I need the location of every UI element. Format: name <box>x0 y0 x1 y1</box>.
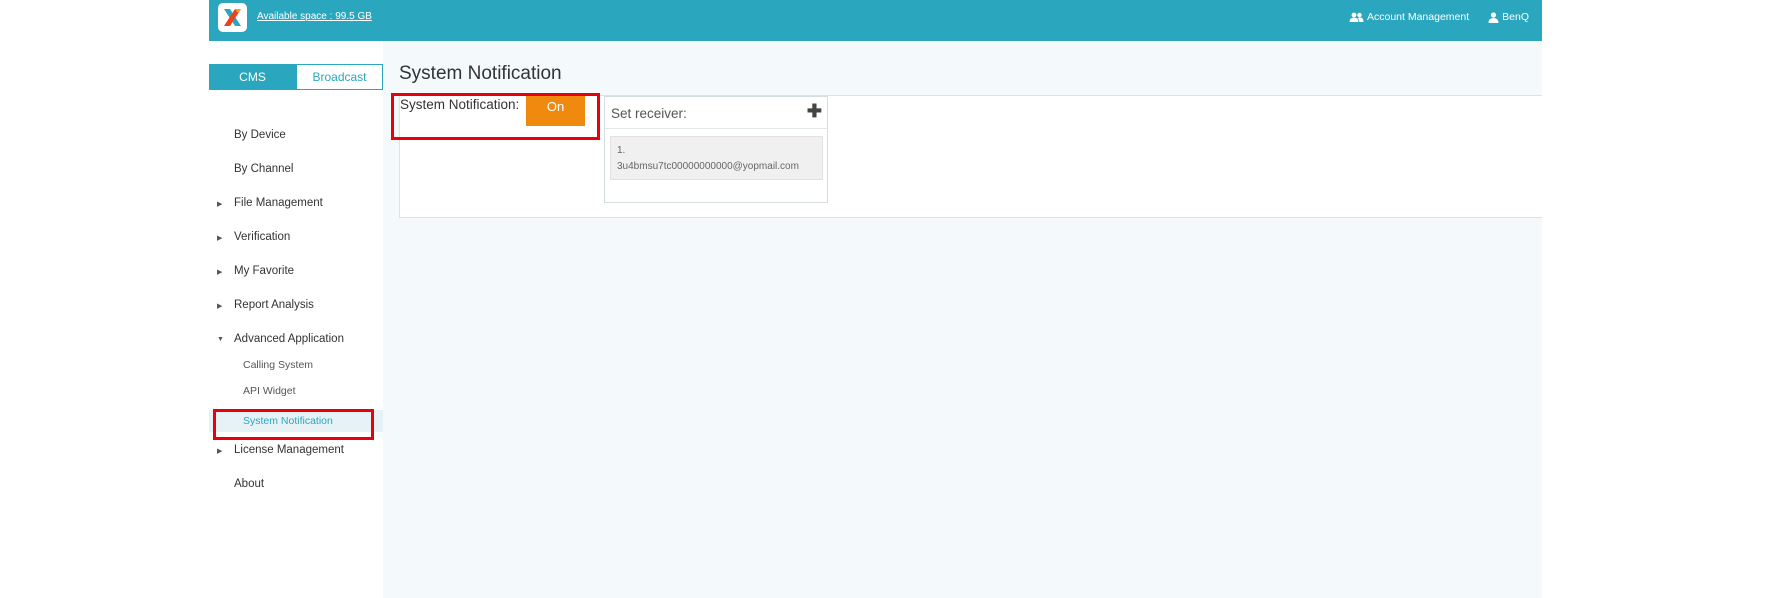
caret-right-icon: ▶ <box>217 201 223 208</box>
caret-down-icon: ▼ <box>217 336 224 343</box>
sidebar-item-label: Report Analysis <box>234 299 314 311</box>
sidebar-item-label: File Management <box>234 197 323 209</box>
sidebar-item-label: By Device <box>234 129 286 141</box>
sidebar-item-label: License Management <box>234 444 344 456</box>
user-icon <box>1488 11 1499 23</box>
sidebar-subitem-label: System Notification <box>243 415 333 427</box>
sidebar-item-label: My Favorite <box>234 265 295 277</box>
notification-label: System Notification: <box>400 97 520 112</box>
sidebar-subitem-label: API Widget <box>243 385 296 397</box>
account-management-link[interactable]: Account Management <box>1349 11 1469 23</box>
app-logo[interactable] <box>218 3 247 32</box>
sidebar-item-label: By Channel <box>234 163 294 175</box>
sidebar-subitem-system-notification[interactable]: System Notification <box>209 410 383 432</box>
receiver-entry[interactable]: 1. 3u4bmsu7tc00000000000@yopmail.com <box>610 136 823 180</box>
notification-toggle[interactable]: On <box>526 96 588 126</box>
tab-cms[interactable]: CMS <box>209 64 296 90</box>
plus-icon[interactable]: ✚ <box>807 101 822 122</box>
receiver-panel: Set receiver: ✚ 1. 3u4bmsu7tc00000000000… <box>604 96 828 203</box>
caret-right-icon: ▶ <box>217 235 223 242</box>
user-menu[interactable]: BenQ <box>1488 11 1529 23</box>
available-space[interactable]: Available space : 99.5 GB <box>257 11 372 22</box>
sidebar-subitem-label: Calling System <box>243 359 314 371</box>
top-bar: Available space : 99.5 GB Account Manage… <box>209 0 1542 41</box>
receiver-entry-email: 3u4bmsu7tc00000000000@yopmail.com <box>617 161 799 172</box>
page-title: System Notification <box>399 63 562 84</box>
top-right-menu: Account Management BenQ <box>1349 11 1529 23</box>
account-management-label: Account Management <box>1366 11 1470 23</box>
sidebar-subitem-calling-system[interactable]: Calling System <box>209 354 383 376</box>
receiver-entry-index: 1. <box>617 145 626 156</box>
sidebar-tabs: CMS Broadcast <box>209 64 383 90</box>
sidebar-item-label: Advanced Application <box>234 333 344 345</box>
sidebar-item-label: Verification <box>234 231 291 243</box>
receiver-header: Set receiver: ✚ <box>605 97 827 129</box>
sidebar: CMS Broadcast By Device By Channel ▶ Fil… <box>209 41 383 598</box>
caret-right-icon: ▶ <box>217 269 223 276</box>
sidebar-subitem-api-widget[interactable]: API Widget <box>209 380 383 402</box>
receiver-title: Set receiver: <box>611 106 687 121</box>
user-name: BenQ <box>1502 11 1529 23</box>
users-icon <box>1349 12 1364 22</box>
app-window: Available space : 99.5 GB Account Manage… <box>209 0 1542 598</box>
caret-right-icon: ▶ <box>217 303 223 310</box>
tab-broadcast[interactable]: Broadcast <box>296 64 383 90</box>
sidebar-item-label: About <box>234 478 265 490</box>
caret-right-icon: ▶ <box>217 448 223 455</box>
